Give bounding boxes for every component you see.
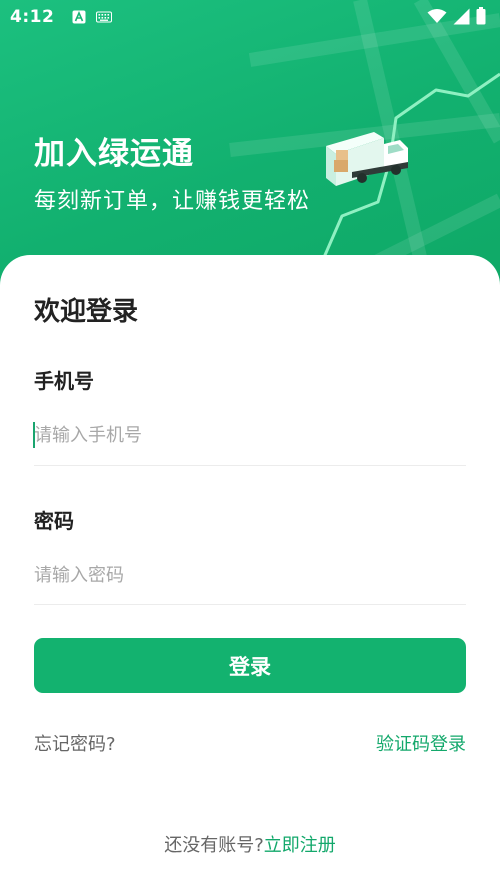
- keyboard-icon: [96, 11, 113, 23]
- login-button[interactable]: 登录: [34, 638, 466, 693]
- phone-label: 手机号: [34, 369, 94, 393]
- phone-divider: [34, 465, 466, 466]
- text-cursor: [33, 422, 35, 448]
- banner-subtitle: 每刻新订单，让赚钱更轻松: [34, 189, 311, 214]
- login-title: 欢迎登录: [34, 297, 139, 327]
- wifi-icon: [427, 9, 447, 23]
- password-divider: [34, 604, 466, 605]
- font-a-icon: [72, 10, 86, 24]
- register-link[interactable]: 立即注册: [264, 835, 336, 856]
- battery-icon: [476, 7, 486, 25]
- status-bar: 4:12: [0, 0, 500, 34]
- status-time: 4:12: [10, 7, 55, 27]
- phone-input[interactable]: [34, 415, 466, 455]
- banner-title: 加入绿运通: [34, 136, 194, 172]
- forgot-password-link[interactable]: 忘记密码?: [34, 730, 116, 756]
- password-input[interactable]: [34, 555, 466, 595]
- password-label: 密码: [34, 509, 74, 533]
- code-login-link[interactable]: 验证码登录: [376, 730, 466, 756]
- register-prompt: 还没有账号?立即注册: [0, 831, 500, 857]
- signal-icon: [453, 8, 470, 24]
- no-account-text: 还没有账号?: [164, 835, 264, 856]
- login-card: 欢迎登录 手机号 密码 登录 忘记密码? 验证码登录 还没有账号?立即注册: [0, 255, 500, 888]
- truck-icon: [326, 132, 408, 186]
